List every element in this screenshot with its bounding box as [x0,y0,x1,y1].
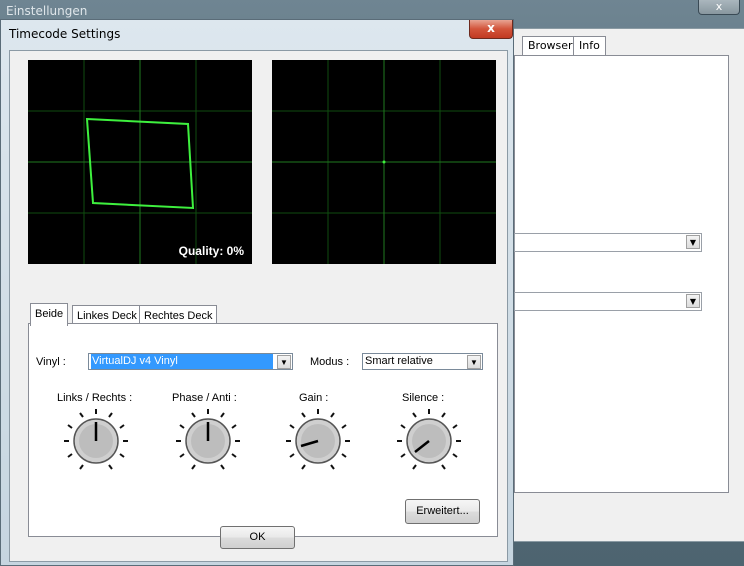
background-tab-panel [514,55,729,493]
background-window-title: Einstellungen [6,4,88,18]
vinyl-selected-value: VirtualDJ v4 Vinyl [91,354,273,369]
chevron-down-icon: ▼ [467,355,481,369]
modus-label: Modus : [310,356,350,368]
gain-knob[interactable] [284,407,352,475]
advanced-button[interactable]: Erweitert... [405,499,480,524]
knob-dial-icon [286,409,350,470]
quality-readout: Quality: 0% [178,244,244,258]
scope-left-graphic [28,60,252,264]
links-rechts-label: Links / Rechts : [57,392,133,404]
background-close-button[interactable]: x [698,0,740,15]
phase-anti-knob[interactable] [174,407,242,475]
timecode-scope-right [272,60,496,264]
dialog-title: Timecode Settings [9,27,121,41]
knob-dial-icon [176,409,240,470]
modus-selected-value: Smart relative [365,355,433,367]
timecode-scope-left: Quality: 0% [28,60,252,264]
background-dropdown-1[interactable]: ▼ [514,233,702,252]
silence-knob[interactable] [395,407,463,475]
background-dropdown-2[interactable]: ▼ [514,292,702,311]
vinyl-select[interactable]: VirtualDJ v4 Vinyl ▼ [88,353,293,370]
dialog-body: Quality: 0% Beide Linkes Deck Rechtes De… [9,50,508,562]
scope-right-graphic [272,60,496,264]
phase-anti-label: Phase / Anti : [172,392,237,404]
vinyl-label: Vinyl : [36,356,66,368]
links-rechts-knob[interactable] [62,407,130,475]
silence-label: Silence : [402,392,445,404]
close-button[interactable]: x [469,20,513,39]
ok-button[interactable]: OK [220,526,295,549]
chevron-down-icon: ▼ [277,355,291,369]
modus-select[interactable]: Smart relative ▼ [362,353,483,370]
knob-dial-icon [397,409,461,470]
chevron-down-icon: ▼ [686,294,700,308]
signal-dot [382,160,386,164]
tab-beide[interactable]: Beide [30,303,69,326]
tab-browser[interactable]: Browser [522,36,579,55]
chevron-down-icon: ▼ [686,235,700,249]
knob-dial-icon [64,409,128,470]
tab-info[interactable]: Info [573,36,606,55]
timecode-settings-dialog: Timecode Settings x Quality: 0% Beide Li… [0,19,514,566]
gain-label: Gain : [299,392,329,404]
